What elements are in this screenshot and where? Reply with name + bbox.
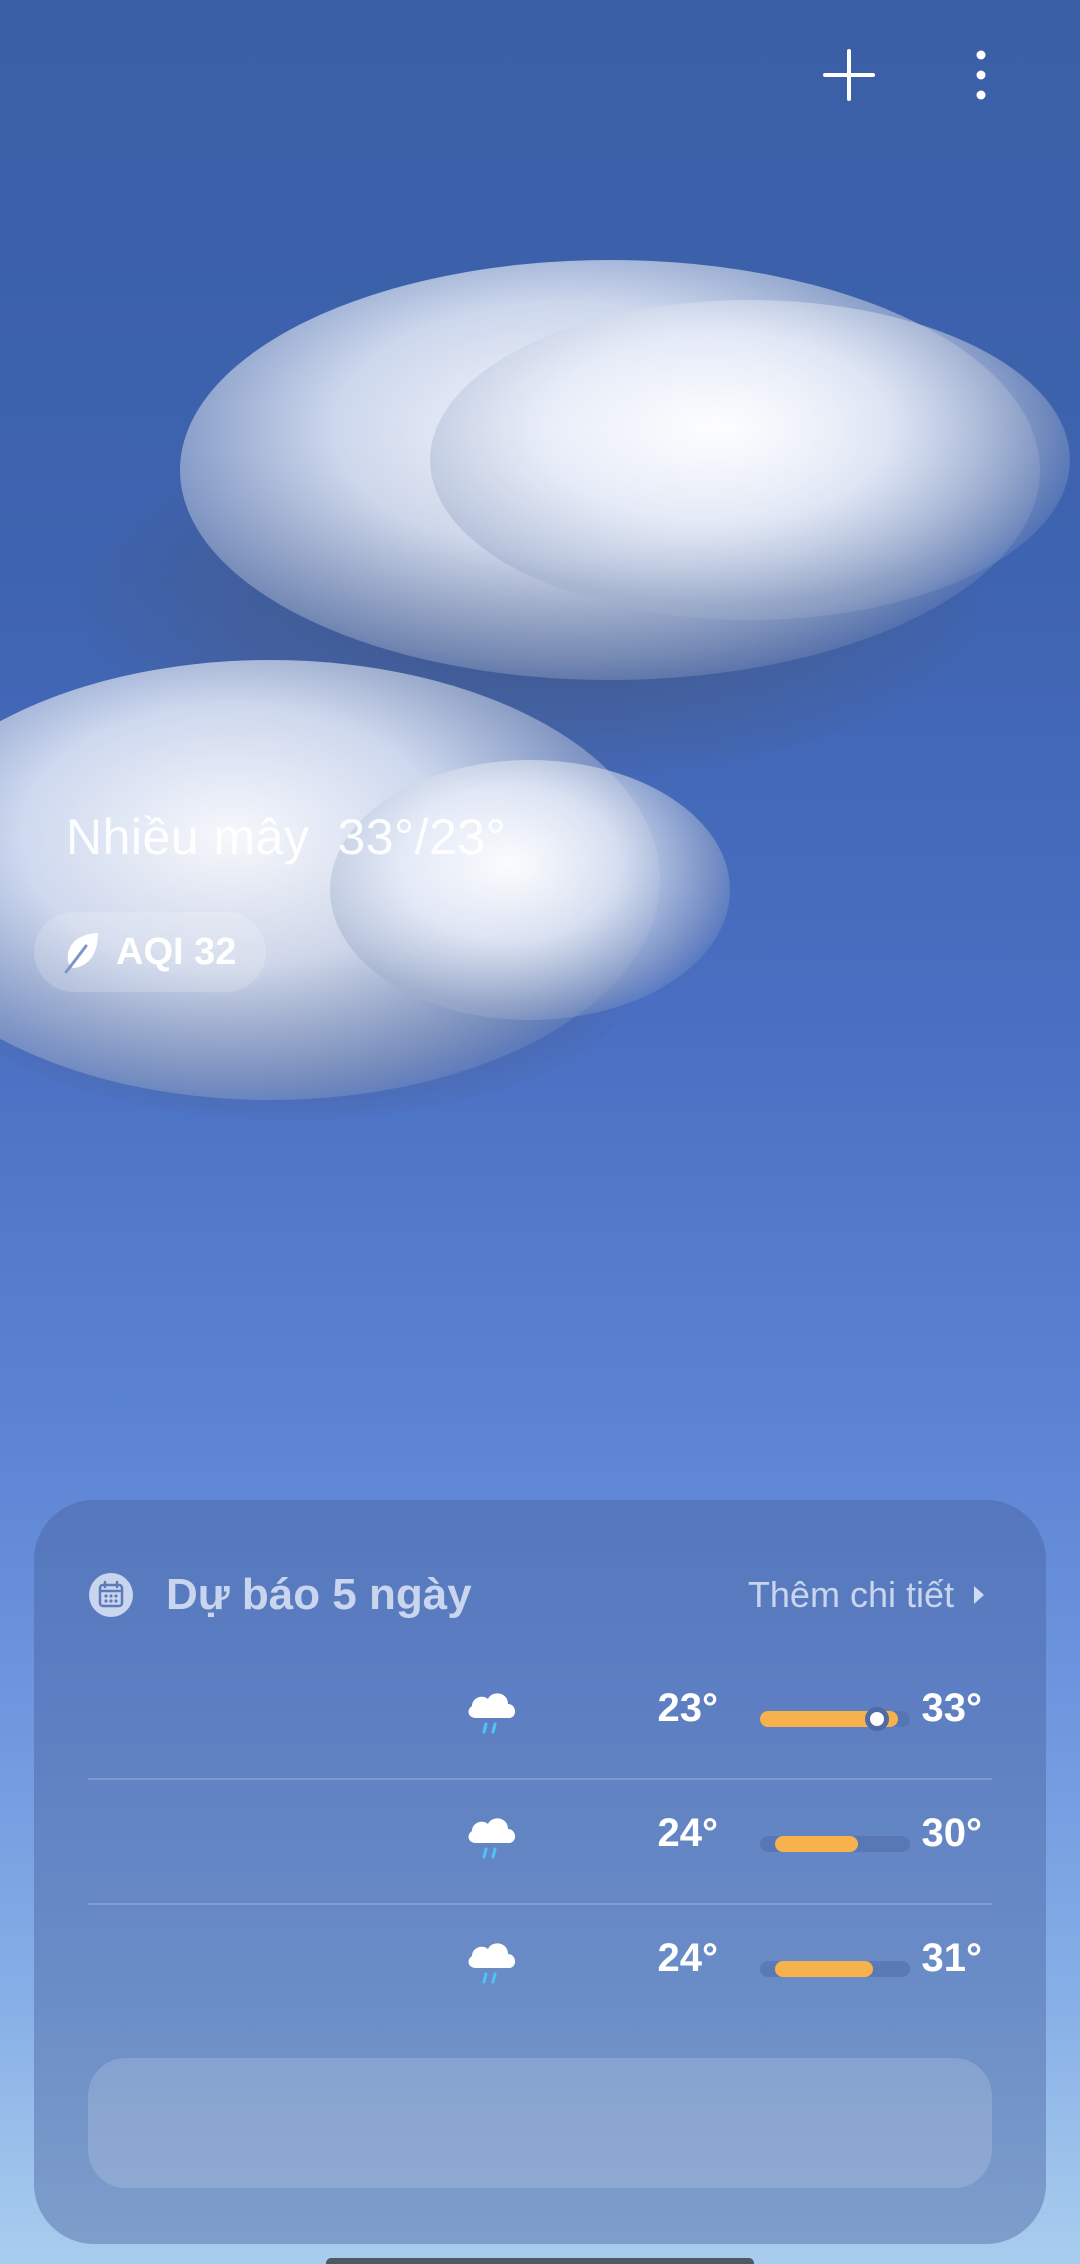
temperature-range-fill <box>775 1836 858 1852</box>
more-vertical-icon <box>976 50 986 100</box>
cloud-lower <box>0 660 660 1100</box>
forecast-header: Dự báo 5 ngày Thêm chi tiết <box>88 1560 986 1630</box>
leaf-icon <box>64 933 98 974</box>
max-temperature: 31° <box>921 1936 983 1980</box>
condition-text: Nhiều mây <box>66 809 310 865</box>
forecast-row[interactable]: 23° 33° <box>88 1656 992 1780</box>
weather-screen: Nhiều mây 33°/23° AQI 32 Dự báo 5 ngày Th… <box>0 0 1080 2264</box>
caret-right-icon <box>974 1586 984 1604</box>
more-details-label: Thêm chi tiết <box>747 1574 954 1615</box>
high-low-temperature: 33°/23° <box>337 809 507 865</box>
row-divider <box>88 1903 992 1905</box>
forecast-card[interactable]: Dự báo 5 ngày Thêm chi tiết 23° 33° 24° … <box>34 1500 1046 2244</box>
add-location-button[interactable] <box>814 40 884 110</box>
forecast-row[interactable]: 24° 31° <box>88 1906 992 2030</box>
plus-icon <box>823 49 875 101</box>
rain-cloud-icon <box>468 1818 516 1859</box>
more-options-button[interactable] <box>946 40 1016 110</box>
aqi-label: AQI 32 <box>116 930 237 973</box>
more-details-link[interactable]: Thêm chi tiết <box>748 1574 986 1616</box>
min-temperature: 23° <box>657 1686 719 1730</box>
cloud-upper <box>180 260 1040 680</box>
temperature-range-fill <box>775 1961 873 1977</box>
min-temperature: 24° <box>657 1936 719 1980</box>
max-temperature: 30° <box>921 1811 983 1855</box>
cloud-upper-right <box>430 300 1070 620</box>
aqi-chip[interactable]: AQI 32 <box>34 912 267 992</box>
placeholder-block <box>88 2058 992 2188</box>
max-temperature: 33° <box>921 1686 983 1730</box>
rain-cloud-icon <box>468 1693 516 1734</box>
row-divider <box>88 1778 992 1780</box>
rain-cloud-icon <box>468 1943 516 1984</box>
forecast-row[interactable]: 24° 30° <box>88 1781 992 1905</box>
current-summary: Nhiều mây 33°/23° <box>66 808 506 866</box>
min-temperature: 24° <box>657 1811 719 1855</box>
cloud-shadow <box>80 420 980 780</box>
calendar-icon <box>89 1573 133 1617</box>
cloud-lower-right <box>330 760 730 1020</box>
forecast-title: Dự báo 5 ngày <box>166 1570 472 1619</box>
home-indicator[interactable] <box>326 2258 754 2264</box>
